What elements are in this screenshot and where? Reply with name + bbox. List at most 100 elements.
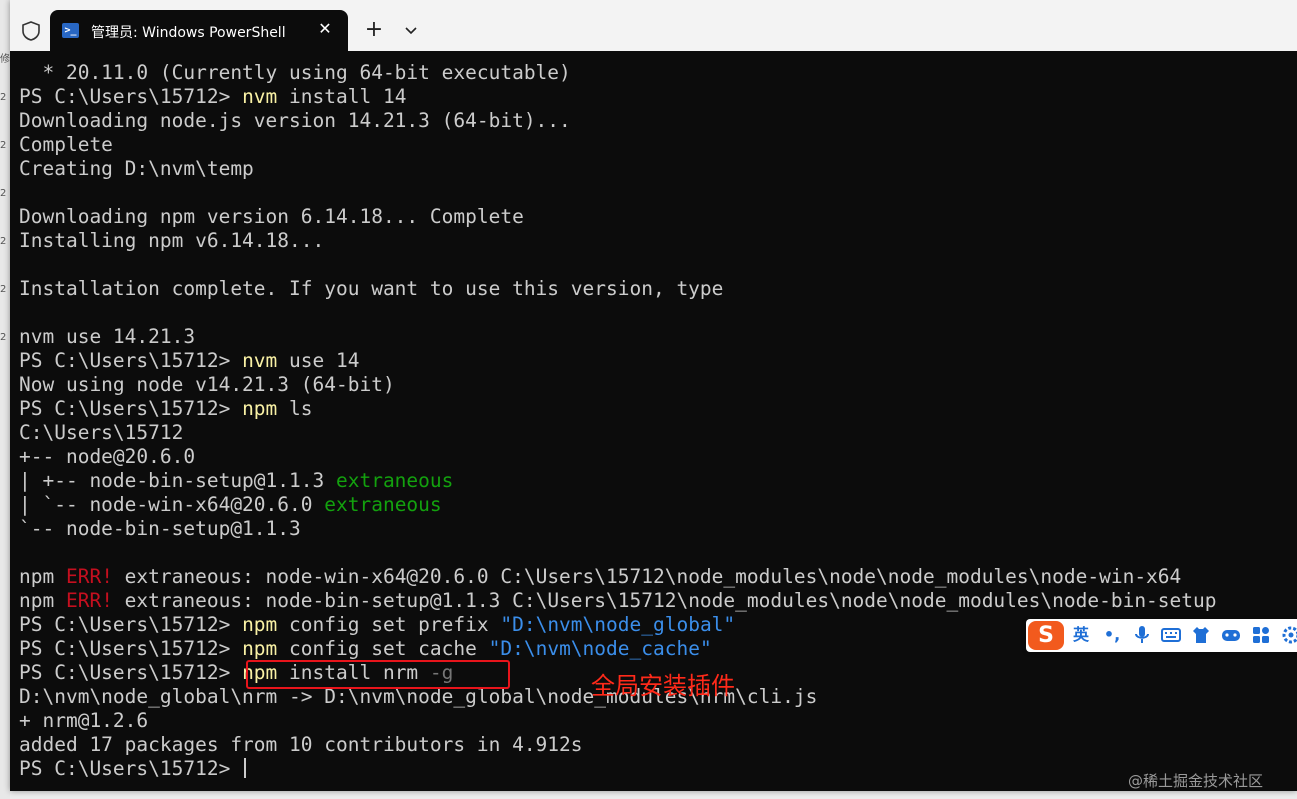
terminal-text: PS C:\Users\15712> bbox=[19, 661, 243, 684]
terminal-text: | +-- node-bin-setup@1.1.3 bbox=[19, 469, 336, 492]
terminal-line: Downloading npm version 6.14.18... Compl… bbox=[10, 205, 1297, 229]
terminal-line: Downloading node.js version 14.21.3 (64-… bbox=[10, 109, 1297, 133]
terminal-text: ERR! bbox=[65, 589, 113, 612]
terminal-line: PS C:\Users\15712> nvm install 14 bbox=[10, 85, 1297, 109]
terminal-text: PS C:\Users\15712> bbox=[19, 349, 243, 372]
terminal-line: | +-- node-bin-setup@1.1.3 extraneous bbox=[10, 469, 1297, 493]
annotation-label: 全局安装插件 bbox=[591, 672, 735, 700]
terminal-text: PS C:\Users\15712> bbox=[19, 757, 243, 780]
terminal-line: npm ERR! extraneous: node-win-x64@20.6.0… bbox=[10, 565, 1297, 589]
watermark: @稀土掘金技术社区 bbox=[1128, 772, 1264, 790]
terminal-text: nvm bbox=[242, 85, 278, 108]
sogou-logo-icon[interactable]: S bbox=[1028, 621, 1064, 650]
edge-char: 2 bbox=[0, 140, 7, 151]
terminal-text: PS C:\Users\15712> bbox=[19, 637, 243, 660]
terminal-text: + nrm@1.2.6 bbox=[19, 709, 149, 732]
terminal-text: "D:\nvm\node_cache" bbox=[488, 637, 712, 660]
terminal-text: | `-- node-win-x64@20.6.0 bbox=[19, 493, 325, 516]
terminal-line: + nrm@1.2.6 bbox=[10, 709, 1297, 733]
terminal-line: Installing npm v6.14.18... bbox=[10, 229, 1297, 253]
terminal-text: config set cache bbox=[277, 637, 489, 660]
terminal-text: Installing npm v6.14.18... bbox=[19, 229, 325, 252]
edge-char: 修 bbox=[0, 54, 10, 65]
highlight-box bbox=[246, 660, 510, 689]
terminal-text: C:\Users\15712 bbox=[19, 421, 184, 444]
terminal-line: C:\Users\15712 bbox=[10, 421, 1297, 445]
chevron-down-icon[interactable] bbox=[400, 18, 422, 42]
terminal-text: extraneous bbox=[335, 469, 454, 492]
terminal-line: Complete bbox=[10, 133, 1297, 157]
settings-icon[interactable] bbox=[1280, 624, 1297, 646]
terminal-text: * 20.11.0 (Currently using 64-bit execut… bbox=[19, 61, 571, 84]
microphone-icon[interactable] bbox=[1132, 624, 1152, 646]
terminal-text: Complete bbox=[19, 133, 113, 156]
terminal-line: PS C:\Users\15712> bbox=[10, 757, 1297, 781]
terminal-line: | `-- node-win-x64@20.6.0 extraneous bbox=[10, 493, 1297, 517]
tab-title: 管理员: Windows PowerShell bbox=[91, 25, 286, 41]
terminal-text: ls bbox=[277, 397, 313, 420]
terminal-text: Downloading node.js version 14.21.3 (64-… bbox=[19, 109, 571, 132]
terminal-text: `-- node-bin-setup@1.1.3 bbox=[19, 517, 301, 540]
terminal-line: `-- node-bin-setup@1.1.3 bbox=[10, 517, 1297, 541]
terminal-text: nvm use 14.21.3 bbox=[19, 325, 196, 348]
tab-powershell[interactable]: >_ 管理员: Windows PowerShell ✕ bbox=[50, 10, 348, 51]
terminal-text: added 17 packages from 10 contributors i… bbox=[19, 733, 583, 756]
terminal-text: npm bbox=[242, 613, 278, 636]
terminal-line: * 20.11.0 (Currently using 64-bit execut… bbox=[10, 61, 1297, 85]
terminal-line: Installation complete. If you want to us… bbox=[10, 277, 1297, 301]
terminal-text: PS C:\Users\15712> bbox=[19, 613, 243, 636]
terminal-text: config set prefix bbox=[277, 613, 501, 636]
terminal-text: npm bbox=[19, 589, 66, 612]
ime-punct-toggle[interactable]: •, bbox=[1100, 624, 1124, 646]
apps-grid-icon[interactable] bbox=[1250, 624, 1272, 646]
terminal-line: npm ERR! extraneous: node-bin-setup@1.1.… bbox=[10, 589, 1297, 613]
cursor bbox=[244, 758, 247, 778]
edge-char: 2 bbox=[0, 284, 7, 295]
shirt-icon[interactable] bbox=[1190, 624, 1212, 646]
terminal-text: PS C:\Users\15712> bbox=[19, 397, 243, 420]
terminal-text: extraneous bbox=[324, 493, 442, 516]
terminal-text: Now using node v14.21.3 (64-bit) bbox=[19, 373, 395, 396]
terminal-text: ERR! bbox=[65, 565, 113, 588]
terminal-line: nvm use 14.21.3 bbox=[10, 325, 1297, 349]
terminal-line: PS C:\Users\15712> nvm use 14 bbox=[10, 349, 1297, 373]
terminal-line: Creating D:\nvm\temp bbox=[10, 157, 1297, 181]
tab-bar: >_ 管理员: Windows PowerShell ✕ + bbox=[10, 0, 1297, 51]
terminal-text: Downloading npm version 6.14.18... Compl… bbox=[19, 205, 524, 228]
edge-char: 2 bbox=[0, 332, 7, 343]
terminal-window: >_ 管理员: Windows PowerShell ✕ + * 20.11.0… bbox=[10, 0, 1297, 791]
terminal-text: extraneous: node-win-x64@20.6.0 C:\Users… bbox=[112, 565, 1182, 588]
terminal-text: "D:\nvm\node_global" bbox=[500, 613, 736, 636]
background-window-edge: 修 2 2 2 2 2 2 bbox=[0, 0, 10, 799]
terminal-text: PS C:\Users\15712> bbox=[19, 85, 243, 108]
terminal-text: use 14 bbox=[277, 349, 360, 372]
shield-icon bbox=[22, 21, 40, 41]
edge-char: 2 bbox=[0, 92, 7, 103]
keyboard-icon[interactable] bbox=[1160, 624, 1182, 646]
terminal-text: npm bbox=[19, 565, 66, 588]
terminal-text: nvm bbox=[242, 349, 278, 372]
ime-toolbar: S 英 •, bbox=[1026, 619, 1297, 652]
terminal-line: +-- node@20.6.0 bbox=[10, 445, 1297, 469]
edge-char: 2 bbox=[0, 188, 7, 199]
terminal-text: +-- node@20.6.0 bbox=[19, 445, 196, 468]
terminal-text: npm bbox=[242, 637, 278, 660]
new-tab-button[interactable]: + bbox=[362, 18, 386, 42]
terminal-text: Creating D:\nvm\temp bbox=[19, 157, 254, 180]
terminal-line: Now using node v14.21.3 (64-bit) bbox=[10, 373, 1297, 397]
close-icon[interactable]: ✕ bbox=[315, 19, 335, 39]
edge-char: 2 bbox=[0, 236, 7, 247]
ime-lang-toggle[interactable]: 英 bbox=[1070, 624, 1092, 646]
terminal-text: install 14 bbox=[277, 85, 407, 108]
powershell-icon: >_ bbox=[62, 23, 79, 38]
terminal-text: Installation complete. If you want to us… bbox=[19, 277, 724, 300]
terminal-line: PS C:\Users\15712> npm ls bbox=[10, 397, 1297, 421]
gamepad-icon[interactable] bbox=[1220, 624, 1242, 646]
terminal-text: npm bbox=[242, 397, 278, 420]
terminal-text: extraneous: node-bin-setup@1.1.3 C:\User… bbox=[112, 589, 1217, 612]
terminal-line: added 17 packages from 10 contributors i… bbox=[10, 733, 1297, 757]
